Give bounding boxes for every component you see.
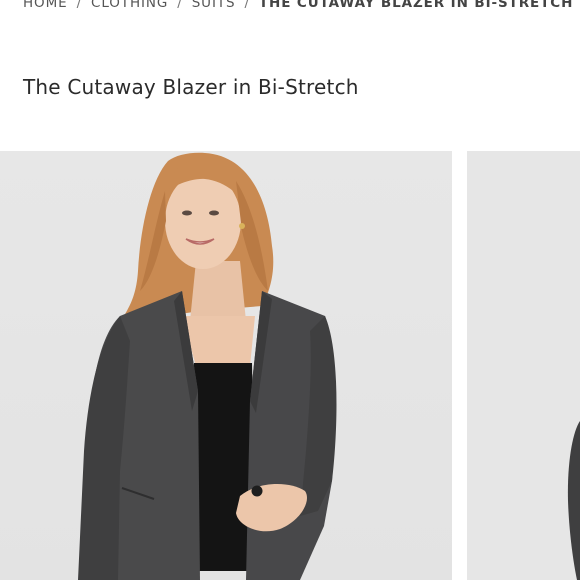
breadcrumb-separator: / [177, 0, 183, 11]
breadcrumb-current: THE CUTAWAY BLAZER IN BI-STRETCH [258, 0, 574, 11]
model-front-illustration [78, 152, 337, 580]
product-image-main[interactable] [0, 151, 452, 580]
product-image-secondary[interactable] [467, 151, 580, 580]
model-side-illustration [567, 421, 580, 580]
breadcrumb-separator: / [244, 0, 250, 11]
breadcrumb-clothing-link[interactable]: CLOTHING [91, 0, 168, 11]
product-title: The Cutaway Blazer in Bi-Stretch [23, 75, 359, 99]
breadcrumb-suits-link[interactable]: SUITS [192, 0, 236, 11]
breadcrumb-home-link[interactable]: HOME [23, 0, 68, 11]
product-image-gallery [0, 151, 580, 580]
breadcrumb-separator: / [76, 0, 83, 11]
breadcrumb: HOME / CLOTHING / SUITS / THE CUTAWAY BL… [23, 0, 573, 11]
